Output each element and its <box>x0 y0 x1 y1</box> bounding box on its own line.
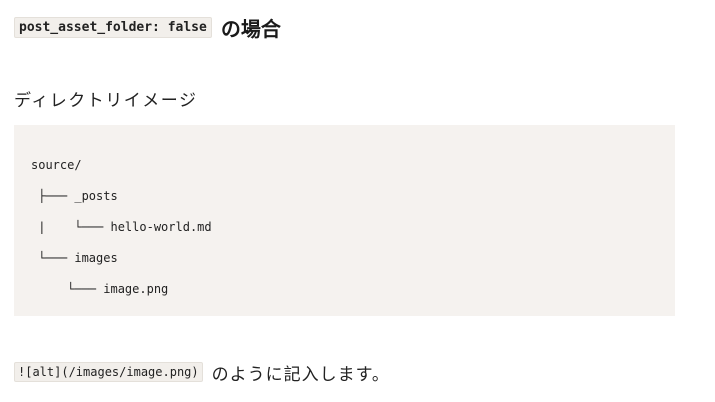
tree-line: | └─── hello-world.md <box>31 220 212 234</box>
usage-paragraph: ![alt](/images/image.png) のように記入します。 <box>14 359 390 385</box>
usage-inline-code: ![alt](/images/image.png) <box>14 362 203 382</box>
tree-line: └─── image.png <box>31 282 169 296</box>
directory-tree-code-block: source/ ├─── _posts | └─── hello-world.m… <box>14 125 675 316</box>
tree-line: source/ <box>31 158 82 172</box>
tree-line: └─── images <box>31 251 118 265</box>
tree-line: ├─── _posts <box>31 189 118 203</box>
section-heading: post_asset_folder: false の場合 <box>14 12 281 42</box>
heading-text: の場合 <box>220 16 281 41</box>
heading-inline-code: post_asset_folder: false <box>14 16 212 38</box>
directory-image-label: ディレクトリイメージ <box>14 91 198 111</box>
usage-text: のように記入します。 <box>211 364 390 385</box>
